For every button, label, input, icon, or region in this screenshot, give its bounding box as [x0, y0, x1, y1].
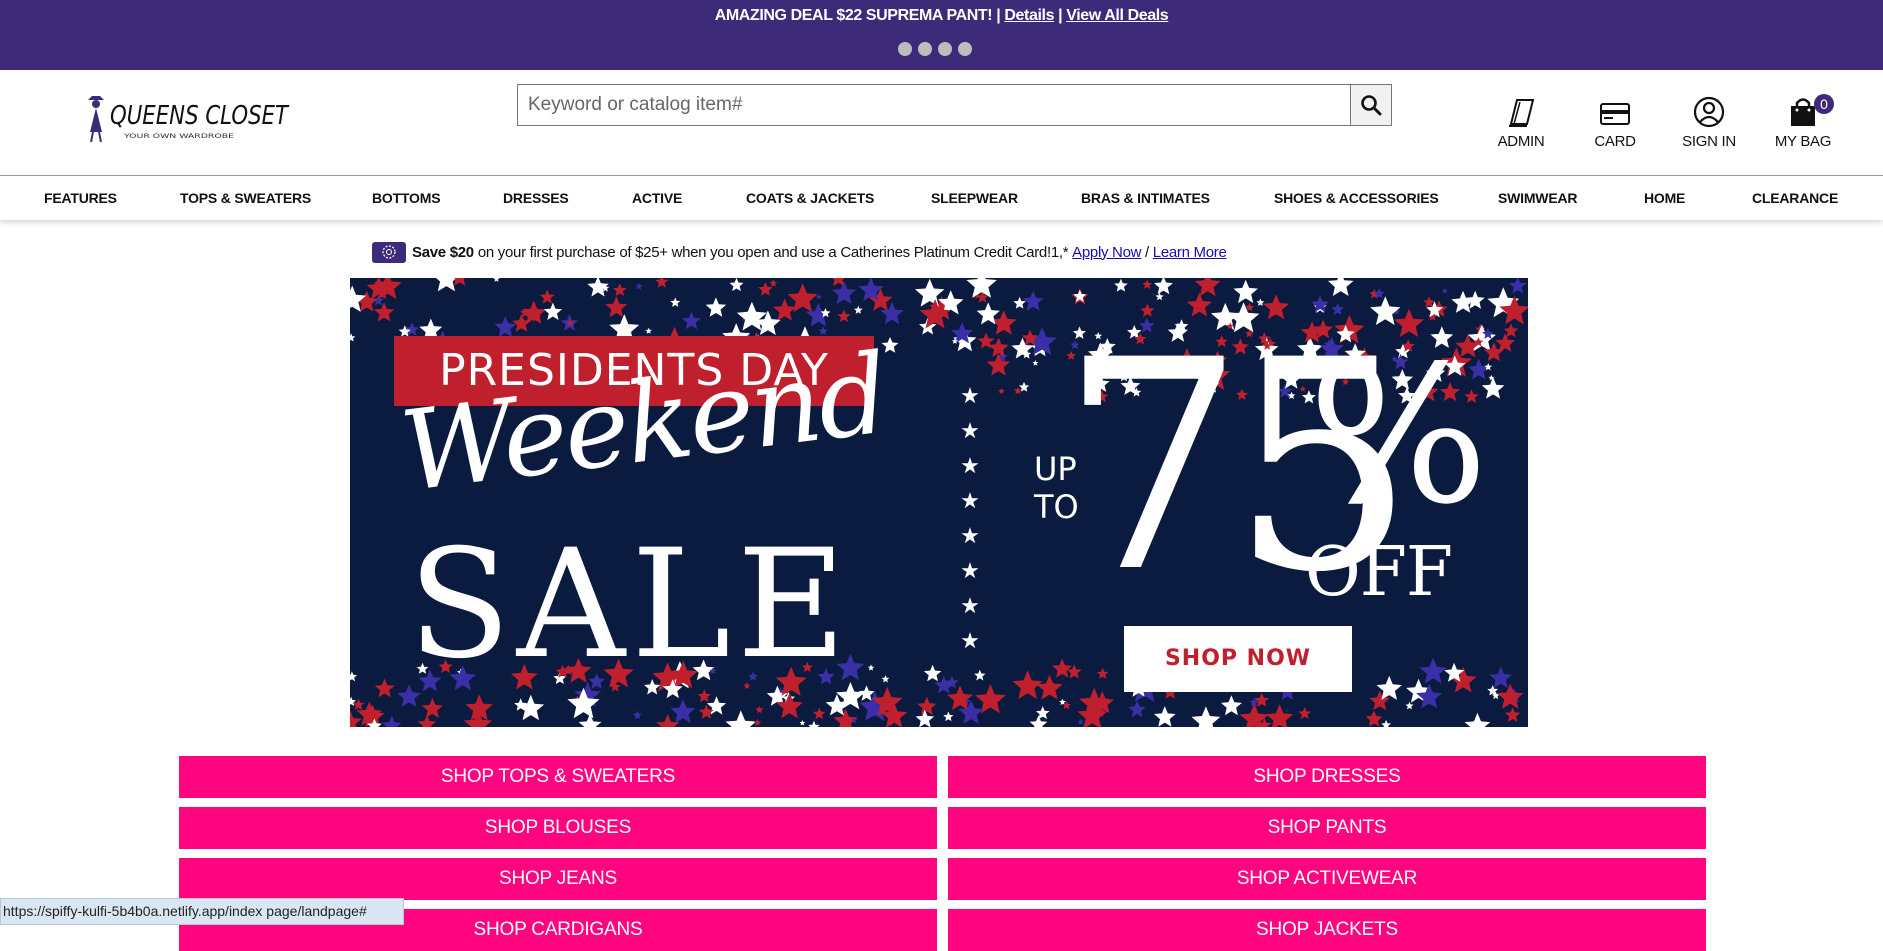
browser-status-url: https://spiffy-kulfi-5b4b0a.netlify.app/…	[0, 898, 404, 925]
category-nav: FEATURES TOPS & SWEATERS BOTTOMS DRESSES…	[0, 175, 1883, 220]
shop-jackets-button[interactable]: SHOP JACKETS	[948, 909, 1706, 951]
logo-tagline-text: YOUR OWN WARDROBE	[122, 133, 234, 140]
search-button[interactable]	[1350, 84, 1392, 126]
carousel-dot-4[interactable]	[958, 42, 972, 56]
search-input[interactable]	[517, 84, 1391, 126]
promo-separator: |	[1058, 7, 1063, 24]
bag-count-badge: 0	[1814, 94, 1834, 114]
shop-activewear-button[interactable]: SHOP ACTIVEWEAR	[948, 858, 1706, 900]
carousel-dot-1[interactable]	[898, 42, 912, 56]
shop-dresses-button[interactable]: SHOP DRESSES	[948, 756, 1706, 798]
user-circle-icon	[1693, 96, 1725, 128]
hero-percent-sign: %	[1308, 325, 1489, 546]
admin-notebook-icon	[1509, 99, 1535, 127]
platinum-card-icon	[372, 241, 406, 263]
shop-blouses-button[interactable]: SHOP BLOUSES	[179, 807, 937, 849]
nav-item-home[interactable]: HOME	[1644, 190, 1685, 206]
shop-jeans-button[interactable]: SHOP JEANS	[179, 858, 937, 900]
promo-bar: AMAZING DEAL $22 SUPREMA PANT! | Details…	[0, 0, 1883, 70]
credit-offer-text: on your first purchase of $25+ when you …	[477, 243, 1069, 261]
nav-item-coats-jackets[interactable]: COATS & JACKETS	[746, 190, 874, 206]
nav-item-active[interactable]: ACTIVE	[632, 190, 682, 206]
search-bar	[517, 84, 1392, 128]
promo-message: AMAZING DEAL $22 SUPREMA PANT! | Details…	[0, 7, 1883, 25]
nav-item-bottoms[interactable]: BOTTOMS	[372, 190, 441, 206]
credit-offer-bold: Save $20	[412, 243, 474, 261]
apply-now-link[interactable]: Apply Now	[1072, 244, 1141, 261]
promo-carousel-dots	[898, 42, 972, 56]
nav-item-dresses[interactable]: DRESSES	[503, 190, 569, 206]
search-icon	[1361, 95, 1382, 116]
sign-in-label: SIGN IN	[1682, 133, 1736, 150]
my-bag-link[interactable]: 0 MY BAG	[1758, 94, 1848, 150]
carousel-dot-3[interactable]	[938, 42, 952, 56]
logo-lady-icon: QUEENS CLOSET YOUR OWN WARDROBE	[88, 96, 290, 143]
promo-details-link[interactable]: Details	[1004, 7, 1054, 24]
presidents-day-hero-banner[interactable]: PRESIDENTS DAY Weekend SALE ★ ★ ★ ★ ★ ★ ★ ★ UP …	[350, 278, 1528, 727]
promo-view-all-deals-link[interactable]: View All Deals	[1066, 7, 1168, 24]
nav-item-swimwear[interactable]: SWIMWEAR	[1498, 190, 1577, 206]
admin-link[interactable]: ADMIN	[1476, 94, 1566, 150]
learn-more-link[interactable]: Learn More	[1153, 244, 1227, 261]
shop-tops-sweaters-button[interactable]: SHOP TOPS & SWEATERS	[179, 756, 937, 798]
admin-label: ADMIN	[1497, 133, 1545, 150]
sign-in-link[interactable]: SIGN IN	[1664, 94, 1754, 150]
hero-sale-text: SALE	[408, 518, 853, 692]
promo-deal-text: AMAZING DEAL $22 SUPREMA PANT!	[714, 7, 993, 24]
credit-card-icon	[1600, 103, 1630, 125]
link-separator: /	[1145, 243, 1149, 261]
hero-star-column-icon: ★ ★ ★ ★ ★ ★ ★ ★	[960, 383, 980, 653]
nav-item-shoes-accessories[interactable]: SHOES & ACCESSORIES	[1274, 190, 1439, 206]
card-label: CARD	[1594, 133, 1636, 150]
carousel-dot-2[interactable]	[918, 42, 932, 56]
nav-item-tops-sweaters[interactable]: TOPS & SWEATERS	[180, 190, 311, 206]
card-link[interactable]: CARD	[1570, 94, 1660, 150]
shop-pants-button[interactable]: SHOP PANTS	[948, 807, 1706, 849]
hero-shop-now-button[interactable]: SHOP NOW	[1124, 626, 1352, 692]
nav-item-features[interactable]: FEATURES	[44, 190, 117, 206]
site-header: QUEENS CLOSET YOUR OWN WARDROBE ADMIN	[0, 70, 1883, 175]
nav-item-clearance[interactable]: CLEARANCE	[1752, 190, 1838, 206]
site-logo[interactable]: QUEENS CLOSET YOUR OWN WARDROBE	[82, 90, 292, 150]
nav-item-bras-intimates[interactable]: BRAS & INTIMATES	[1081, 190, 1210, 206]
nav-item-sleepwear[interactable]: SLEEPWEAR	[931, 190, 1018, 206]
logo-brand-text: QUEENS CLOSET	[110, 101, 290, 131]
credit-card-offer: Save $20 on your first purchase of $25+ …	[372, 238, 1227, 266]
hero-off-text: OFF	[1305, 533, 1453, 612]
promo-separator: |	[996, 7, 1001, 24]
my-bag-label: MY BAG	[1774, 133, 1832, 150]
